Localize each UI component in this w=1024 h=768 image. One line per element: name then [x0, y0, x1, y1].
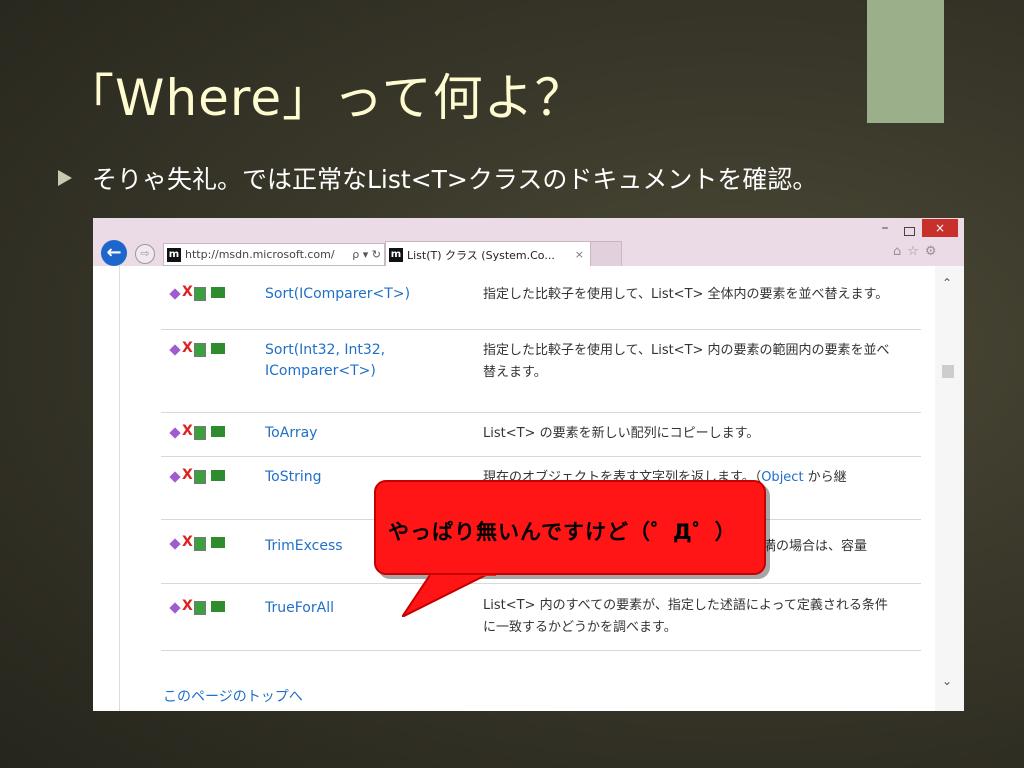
content-divider	[119, 266, 120, 711]
slide-title: 「Where」って何よ？	[64, 69, 586, 127]
store-app-icon	[194, 537, 206, 551]
address-text[interactable]: http://msdn.microsoft.com/	[185, 248, 352, 261]
member-icons: X	[167, 467, 231, 484]
portable-library-icon	[211, 343, 225, 354]
tab-title: List(T) クラス (System.Co...	[407, 248, 555, 262]
bullet-arrow-icon	[58, 170, 72, 186]
maximize-button[interactable]	[898, 221, 920, 237]
portable-library-icon	[211, 287, 225, 298]
member-description: 指定した比較子を使用して、List<T> 内の要素の範囲内の要素を並べ替えます。	[483, 343, 890, 380]
member-row: X Sort(Int32, Int32, IComparer<T>) 指定した比…	[161, 330, 921, 413]
member-icons: X	[167, 534, 231, 551]
method-icon	[169, 288, 181, 300]
store-app-icon	[194, 287, 206, 301]
tab-close-icon[interactable]: ×	[575, 248, 584, 261]
msdn-tab-icon: m	[389, 247, 403, 262]
callout-tail	[402, 572, 496, 617]
callout-text: やっぱり無いんですけど（゜Д゜）	[388, 520, 737, 544]
store-app-icon	[194, 426, 206, 440]
member-row: X ToArray List<T> の要素を新しい配列にコピーします。	[161, 413, 921, 457]
store-app-icon	[194, 343, 206, 357]
scrollbar[interactable]	[935, 266, 964, 711]
scroll-up-icon[interactable]: ⌃	[942, 276, 952, 290]
xna-icon: X	[182, 534, 193, 550]
object-link[interactable]: Object	[761, 470, 803, 485]
member-description: List<T> の要素を新しい配列にコピーします。	[483, 426, 760, 441]
back-button[interactable]: ←	[101, 240, 127, 266]
home-icon[interactable]: ⌂	[893, 244, 901, 259]
store-app-icon	[194, 470, 206, 484]
xna-icon: X	[182, 284, 193, 300]
address-bar[interactable]: m http://msdn.microsoft.com/ ρ ▾ ↻	[163, 243, 385, 266]
member-icons: X	[167, 598, 231, 615]
minimize-button[interactable]: –	[874, 221, 896, 237]
store-app-icon	[194, 601, 206, 615]
scroll-down-icon[interactable]: ⌄	[942, 674, 952, 688]
search-refresh-icons[interactable]: ρ ▾ ↻	[352, 248, 381, 261]
bullet-text: そりゃ失礼。では正常なList<T>クラスのドキュメントを確認。	[92, 165, 818, 194]
toolbar-icons: ⌂ ☆ ⚙	[893, 244, 937, 259]
member-icons: X	[167, 284, 231, 301]
method-icon	[169, 538, 181, 550]
new-tab-button[interactable]	[590, 241, 622, 267]
method-icon	[169, 344, 181, 356]
settings-icon[interactable]: ⚙	[925, 244, 937, 259]
method-icon	[169, 471, 181, 483]
close-window-button[interactable]: ×	[922, 219, 958, 237]
page-top-link[interactable]: このページのトップへ	[163, 686, 303, 706]
tab-list-class[interactable]: m List(T) クラス (System.Co... ×	[385, 241, 591, 267]
member-description: 指定した比較子を使用して、List<T> 全体内の要素を並べ替えます。	[483, 287, 889, 302]
member-icons: X	[167, 340, 231, 357]
decorative-accent-rect	[867, 0, 944, 123]
scroll-thumb[interactable]	[942, 365, 954, 378]
maximize-icon	[903, 227, 915, 236]
member-name-link[interactable]: ToArray	[265, 423, 470, 444]
xna-icon: X	[182, 423, 193, 439]
method-icon	[169, 427, 181, 439]
member-description: 満の場合は、容量	[763, 539, 868, 554]
portable-library-icon	[211, 470, 225, 481]
member-name-link[interactable]: Sort(IComparer<T>)	[265, 284, 470, 305]
browser-chrome: – × ← ⇨ m http://msdn.microsoft.com/ ρ ▾…	[93, 218, 964, 267]
member-description-tail: から継	[803, 470, 847, 485]
portable-library-icon	[211, 601, 225, 612]
member-icons: X	[167, 423, 231, 440]
portable-library-icon	[211, 426, 225, 437]
member-name-link[interactable]: Sort(Int32, Int32, IComparer<T>)	[265, 340, 470, 382]
member-description: List<T> 内のすべての要素が、指定した述語によって定義される条件に一致する…	[483, 598, 888, 635]
bullet-item: そりゃ失礼。では正常なList<T>クラスのドキュメントを確認。	[58, 160, 817, 196]
xna-icon: X	[182, 467, 193, 483]
browser-screenshot: – × ← ⇨ m http://msdn.microsoft.com/ ρ ▾…	[93, 218, 964, 711]
msdn-site-icon: m	[167, 247, 181, 262]
method-icon	[169, 602, 181, 614]
forward-button[interactable]: ⇨	[135, 244, 155, 264]
favorites-icon[interactable]: ☆	[907, 244, 919, 259]
xna-icon: X	[182, 340, 193, 356]
portable-library-icon	[211, 537, 225, 548]
xna-icon: X	[182, 598, 193, 614]
member-row: X Sort(IComparer<T>) 指定した比較子を使用して、List<T…	[161, 274, 921, 330]
